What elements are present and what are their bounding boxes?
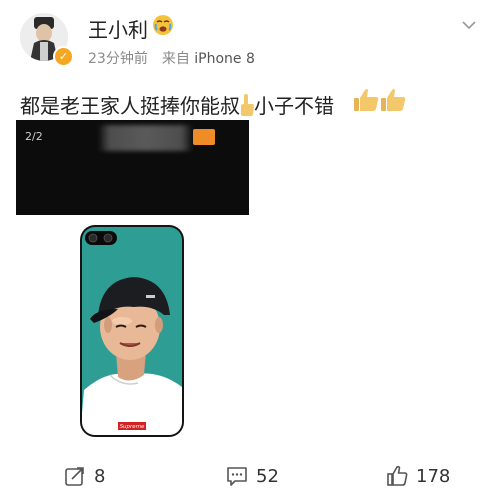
like-icon	[387, 465, 408, 486]
blurred-area	[98, 125, 193, 151]
thumbs-up-emoji-icon	[381, 89, 406, 111]
repost-icon	[65, 467, 84, 486]
crying-face-emoji-icon	[153, 15, 173, 35]
post-text: 都是老王家人挺捧你能叔 小子不错	[20, 90, 334, 119]
brand-label: Supreme	[120, 424, 145, 430]
repost-button[interactable]: 8	[64, 460, 105, 492]
post-image-screenshot[interactable]: 2/2	[16, 120, 249, 215]
orange-button	[193, 129, 215, 145]
source-label: 来自	[161, 51, 190, 67]
thumbs-up-emoji-icon	[241, 94, 254, 116]
chevron-down-icon[interactable]	[462, 20, 476, 30]
comment-button[interactable]: 52	[226, 460, 279, 492]
username[interactable]: 王小利	[88, 14, 148, 43]
post-image-phone-case[interactable]: Supreme	[80, 225, 184, 441]
comment-count: 52	[256, 465, 279, 487]
like-count: 178	[416, 465, 451, 487]
device-link[interactable]: iPhone 8	[194, 51, 255, 67]
repost-count: 8	[94, 465, 106, 487]
comment-icon	[227, 467, 247, 486]
image-counter: 2/2	[25, 130, 43, 143]
action-bar: 8 52 178	[0, 460, 500, 496]
post-time: 23分钟前	[88, 51, 148, 67]
post-text-part2: 小子不错	[254, 94, 334, 118]
like-button[interactable]: 178	[386, 460, 450, 492]
thumbs-up-emoji-icon	[354, 89, 379, 111]
post-meta: 23分钟前 来自 iPhone 8	[88, 48, 255, 68]
post-text-part1: 都是老王家人挺捧你能叔	[20, 94, 240, 118]
verified-badge-icon: ✓	[53, 46, 74, 67]
